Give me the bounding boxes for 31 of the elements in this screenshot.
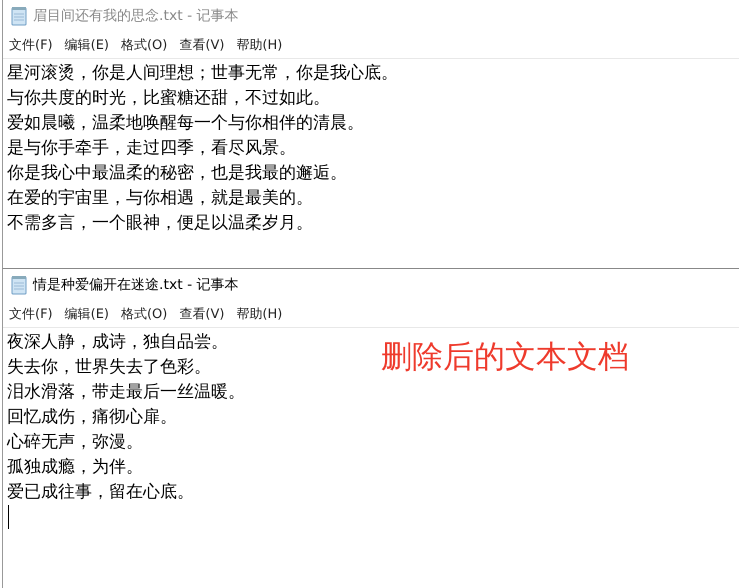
notepad-icon [11,6,27,26]
text-area[interactable]: 星河滚烫，你是人间理想；世事无常，你是我心底。 与你共度的时光，比蜜糖还甜，不过如此。 爱如晨曦，温柔地唤醒每一个与你相伴的清晨。 是与你手牵手，走过四季，看尽风景。 你是我心中最温柔的秘密，也是我最的邂逅。 在爱的宇宙里，与你相遇，就是最美的。 不需多言，一个眼神，便足以温柔岁月。 [3,59,739,268]
menu-item[interactable]: 格式(O) [120,36,168,54]
text-line: 孤独成瘾，为伴。 [7,456,144,479]
notepad-icon [11,275,27,295]
text-line: 失去你，世界失去了色彩。 [7,356,212,379]
text-line: 爱如晨曦，温柔地唤醒每一个与你相伴的清晨。 [7,112,365,135]
text-line: 泪水滑落，带走最后一丝温暖。 [7,381,245,404]
text-line: 你是我心中最温柔的秘密，也是我最的邂逅。 [7,162,348,185]
text-line: 在爱的宇宙里，与你相遇，就是最美的。 [7,187,314,210]
text-line: 夜深人静，成诗，独自品尝。 [7,331,229,354]
text-line: 心碎无声，弥漫。 [7,431,144,454]
menu-item[interactable]: 帮助(H) [236,305,282,323]
text-line: 回忆成伤，痛彻心扉。 [7,406,178,429]
window-title: 眉目间还有我的思念.txt - 记事本 [33,7,239,25]
menu-item[interactable]: 帮助(H) [236,36,282,54]
window-title: 情是种爱偏开在迷途.txt - 记事本 [33,276,239,294]
text-line: 是与你手牵手，走过四季，看尽风景。 [7,137,297,160]
menu-item[interactable]: 格式(O) [120,305,168,323]
annotation-text: 删除后的文本文档 [381,338,629,377]
text-line: 与你共度的时光，比蜜糖还甜，不过如此。 [7,87,331,110]
text-line: 爱已成往事，留在心底。 [7,481,195,504]
menu-item[interactable]: 编辑(E) [64,305,109,323]
menu-item[interactable]: 编辑(E) [64,36,109,54]
text-area[interactable]: 夜深人静，成诗，独自品尝。 失去你，世界失去了色彩。 泪水滑落，带走最后一丝温暖。 回忆成伤，痛彻心扉。 心碎无声，弥漫。 孤独成瘾，为伴。 爱已成往事，留在心底。 删除后的文本文档 [3,328,739,588]
menu-item[interactable]: 查看(V) [179,36,224,54]
text-line: 星河滚烫，你是人间理想；世事无常，你是我心底。 [7,62,398,85]
menu-item[interactable]: 查看(V) [179,305,224,323]
menu-item[interactable]: 文件(F) [9,36,53,54]
text-line: 不需多言，一个眼神，便足以温柔岁月。 [7,212,314,235]
menu-item[interactable]: 文件(F) [9,305,53,323]
